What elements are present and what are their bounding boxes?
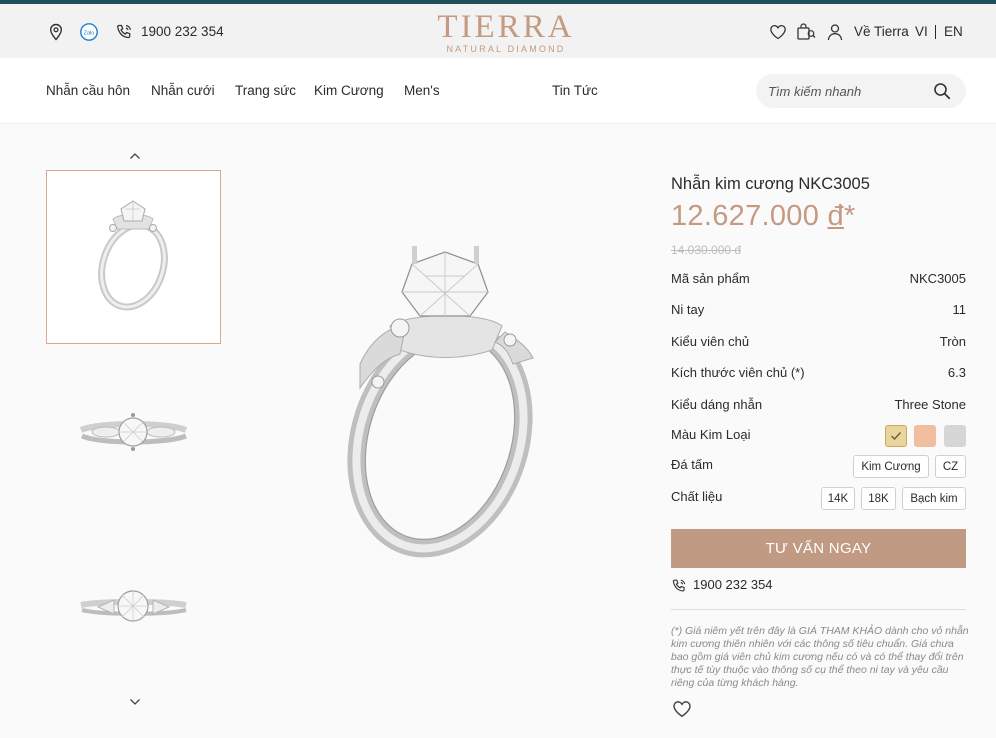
option-side-stone-diamond[interactable]: Kim Cương [853,455,929,478]
thumbnail-2[interactable] [46,360,221,534]
svg-text:Zalo: Zalo [84,30,95,36]
spec-value: 6.3 [947,365,966,380]
spec-value: Three Stone [894,397,966,412]
phone-icon[interactable] [114,22,134,42]
divider [671,609,966,610]
product-price: 12.627.000 đ* [671,200,856,233]
spec-label: Mã sản phẩm [671,271,750,286]
consult-now-button[interactable]: TƯ VẤN NGAY [671,529,966,568]
spec-label: Kích thước viên chủ (*) [671,365,805,380]
side-stone-label: Đá tấm [671,457,713,472]
metal-swatch-yellow[interactable] [885,425,907,447]
option-material-14k[interactable]: 14K [821,487,855,510]
spec-value: Tròn [939,334,966,349]
thumbnail-3[interactable] [46,520,221,694]
top-bar: Zalo 1900 232 354 TIERRA NATURAL DIAMOND… [0,4,996,58]
product-main-image[interactable] [330,234,570,564]
about-link[interactable]: Về Tierra [854,24,909,39]
brand-logo[interactable]: TIERRA NATURAL DIAMOND [420,10,592,54]
metal-swatch-white[interactable] [944,425,966,447]
zalo-icon[interactable]: Zalo [79,22,99,42]
heart-icon[interactable] [768,22,788,42]
product-page: Nhẫn kim cương NKC3005 12.627.000 đ* 14.… [0,124,996,738]
price-currency: đ [827,200,844,232]
ring-thumbnail-front-image [79,413,188,451]
cart-icon[interactable] [796,22,816,42]
spec-value: NKC3005 [909,271,966,286]
nav-item-news[interactable]: Tin Tức [552,83,598,98]
option-side-stone-cz[interactable]: CZ [935,455,966,478]
phone-icon [672,579,686,592]
product-old-price: 14.030.000 đ [671,243,742,257]
metal-color-row: Màu Kim Loại [671,425,966,449]
price-asterisk: * [843,200,856,232]
thumbs-down-arrow-icon[interactable] [126,696,144,708]
option-material-18k[interactable]: 18K [861,487,896,510]
price-disclaimer: (*) Giá niêm yết trên đây là GIÁ THAM KH… [671,625,969,689]
location-icon[interactable] [46,22,66,42]
nav-item-jewelry[interactable]: Trang sức [235,83,296,98]
nav-item-diamond[interactable]: Kim Cương [314,83,384,98]
logo-wordmark: TIERRA [437,9,575,45]
hotline-number: 1900 232 354 [693,577,773,592]
price-value: 12.627.000 [671,200,820,232]
metal-swatch-rose[interactable] [914,425,936,447]
search-box[interactable]: Tìm kiếm nhanh [756,74,966,108]
material-row: Chất liệu 14K 18K Bạch kim [671,487,966,511]
main-nav: Nhẫn cầu hôn Nhẫn cưới Trang sức Kim Cươ… [0,58,996,124]
logo-tagline: NATURAL DIAMOND [446,44,566,54]
thumbnail-1[interactable] [46,170,221,344]
lang-vi[interactable]: VI [915,24,928,39]
spec-label: Kiểu viên chủ [671,334,750,349]
thumbs-up-arrow-icon[interactable] [126,150,144,162]
topbar-phone[interactable]: 1900 232 354 [141,24,224,39]
spec-row-stone-size: Kích thước viên chủ (*) 6.3 [671,363,966,383]
ring-thumbnail-top-image [80,590,187,622]
spec-row-ring-style: Kiểu dáng nhẫn Three Stone [671,395,966,415]
side-stone-row: Đá tấm Kim Cương CZ [671,455,966,479]
lang-en[interactable]: EN [944,24,963,39]
search-icon[interactable] [932,81,952,106]
material-label: Chất liệu [671,489,723,504]
metal-color-label: Màu Kim Loại [671,427,751,442]
nav-item-mens[interactable]: Men's [404,83,440,98]
nav-item-wedding[interactable]: Nhẫn cưới [151,83,215,98]
spec-value: 11 [952,302,967,317]
spec-row-stone-shape: Kiểu viên chủ Tròn [671,332,966,352]
spec-row-ring-size: Ni tay 11 [671,300,966,320]
option-material-platinum[interactable]: Bạch kim [902,487,966,510]
user-icon[interactable] [825,22,845,42]
spec-label: Kiểu dáng nhẫn [671,397,763,412]
product-title: Nhẫn kim cương NKC3005 [671,175,870,193]
search-input[interactable]: Tìm kiếm nhanh [768,84,861,99]
spec-label: Ni tay [671,302,705,317]
check-icon [891,432,901,440]
spec-row-code: Mã sản phẩm NKC3005 [671,269,966,289]
ring-thumbnail-side-image [98,200,168,311]
nav-item-engagement[interactable]: Nhẫn cầu hôn [46,83,130,98]
lang-divider [935,25,936,39]
wishlist-heart-icon[interactable] [672,700,692,723]
